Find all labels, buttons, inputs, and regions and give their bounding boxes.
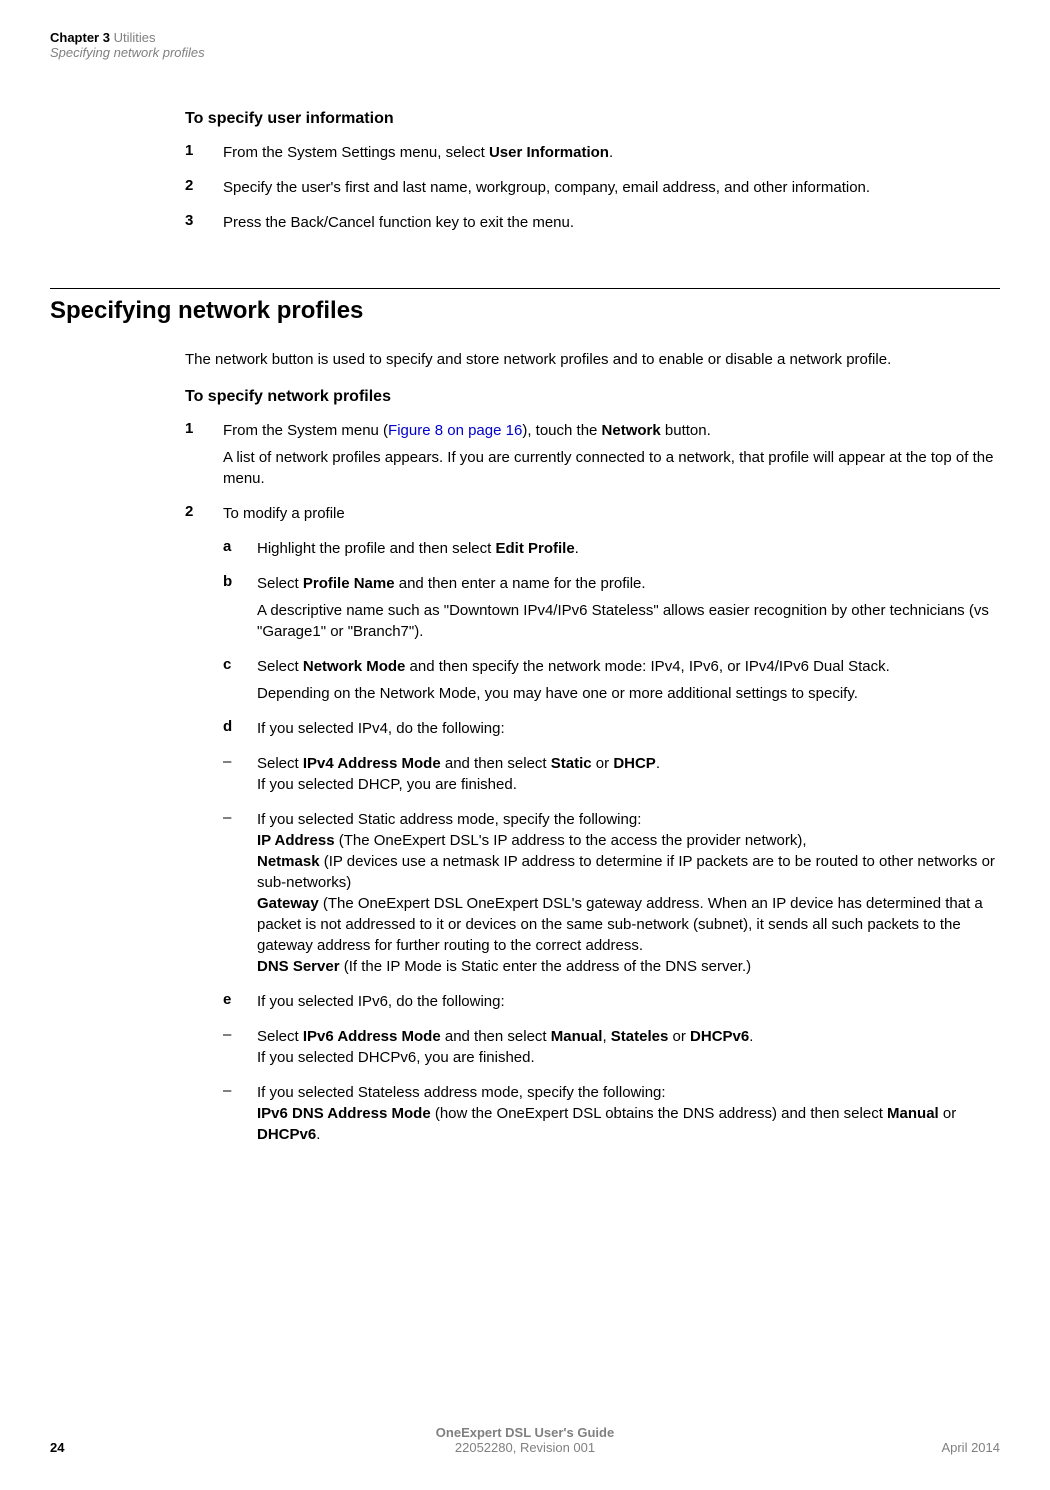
chapter-line: Chapter 3 Utilities <box>50 30 1000 45</box>
step-content: To modify a profile <box>223 503 1000 524</box>
substep-content: Highlight the profile and then select Ed… <box>257 538 1000 559</box>
step-2-network: 2 To modify a profile <box>185 503 1000 524</box>
substep-content: If you selected IPv4, do the following: <box>257 718 1000 739</box>
step-number: 1 <box>185 142 223 163</box>
main-heading: Specifying network profiles <box>50 288 1000 327</box>
page-header: Chapter 3 Utilities Specifying network p… <box>50 30 1000 60</box>
step-number: 2 <box>185 177 223 198</box>
dash-content: If you selected Stateless address mode, … <box>257 1082 1000 1145</box>
substep-d: d If you selected IPv4, do the following… <box>223 718 1000 739</box>
step-content: Press the Back/Cancel function key to ex… <box>223 212 1000 233</box>
header-subtitle: Specifying network profiles <box>50 45 1000 60</box>
dash-marker: – <box>223 753 257 795</box>
dash-content: If you selected Static address mode, spe… <box>257 809 1000 977</box>
substep-letter: a <box>223 538 257 559</box>
substep-letter: d <box>223 718 257 739</box>
substep-content: Select Profile Name and then enter a nam… <box>257 573 1000 642</box>
dash-d2: – If you selected Static address mode, s… <box>223 809 1000 977</box>
substep-letter: e <box>223 991 257 1012</box>
dash-content: Select IPv4 Address Mode and then select… <box>257 753 1000 795</box>
step-number: 2 <box>185 503 223 524</box>
substep-content: If you selected IPv6, do the following: <box>257 991 1000 1012</box>
step-number: 3 <box>185 212 223 233</box>
section-title-network-profiles: To specify network profiles <box>185 388 1000 406</box>
dash-marker: – <box>223 1082 257 1145</box>
dash-e1: – Select IPv6 Address Mode and then sele… <box>223 1026 1000 1068</box>
chapter-number: Chapter 3 <box>50 30 110 45</box>
substep-sub-content: Depending on the Network Mode, you may h… <box>257 683 1000 704</box>
dash-content: Select IPv6 Address Mode and then select… <box>257 1026 1000 1068</box>
step-content: From the System Settings menu, select Us… <box>223 142 1000 163</box>
step-number: 1 <box>185 420 223 489</box>
step-content: From the System menu (Figure 8 on page 1… <box>223 420 1000 489</box>
substep-content: Select Network Mode and then specify the… <box>257 656 1000 704</box>
footer-guide-title: OneExpert DSL User's Guide <box>150 1425 900 1440</box>
figure-link[interactable]: Figure 8 on page 16 <box>388 422 522 439</box>
dash-marker: – <box>223 1026 257 1068</box>
step-sub-content: A list of network profiles appears. If y… <box>223 447 1000 489</box>
substep-b: b Select Profile Name and then enter a n… <box>223 573 1000 642</box>
substep-letter: c <box>223 656 257 704</box>
intro-text: The network button is used to specify an… <box>185 349 1000 370</box>
substep-e: e If you selected IPv6, do the following… <box>223 991 1000 1012</box>
footer-date: April 2014 <box>900 1440 1000 1455</box>
substep-sub-content: A descriptive name such as "Downtown IPv… <box>257 600 1000 642</box>
substep-letter: b <box>223 573 257 642</box>
dash-d1: – Select IPv4 Address Mode and then sele… <box>223 753 1000 795</box>
page-footer: 24 OneExpert DSL User's Guide 22052280, … <box>50 1425 1000 1455</box>
step-3: 3 Press the Back/Cancel function key to … <box>185 212 1000 233</box>
footer-center: OneExpert DSL User's Guide 22052280, Rev… <box>150 1425 900 1455</box>
footer-revision: 22052280, Revision 001 <box>150 1440 900 1455</box>
step-1-network: 1 From the System menu (Figure 8 on page… <box>185 420 1000 489</box>
substep-c: c Select Network Mode and then specify t… <box>223 656 1000 704</box>
dash-marker: – <box>223 809 257 977</box>
step-1: 1 From the System Settings menu, select … <box>185 142 1000 163</box>
step-2: 2 Specify the user's first and last name… <box>185 177 1000 198</box>
section-title-user-info: To specify user information <box>185 110 1000 128</box>
chapter-title: Utilities <box>114 30 156 45</box>
step-content: Specify the user's first and last name, … <box>223 177 1000 198</box>
substep-a: a Highlight the profile and then select … <box>223 538 1000 559</box>
page-number: 24 <box>50 1440 150 1455</box>
dash-e2: – If you selected Stateless address mode… <box>223 1082 1000 1145</box>
